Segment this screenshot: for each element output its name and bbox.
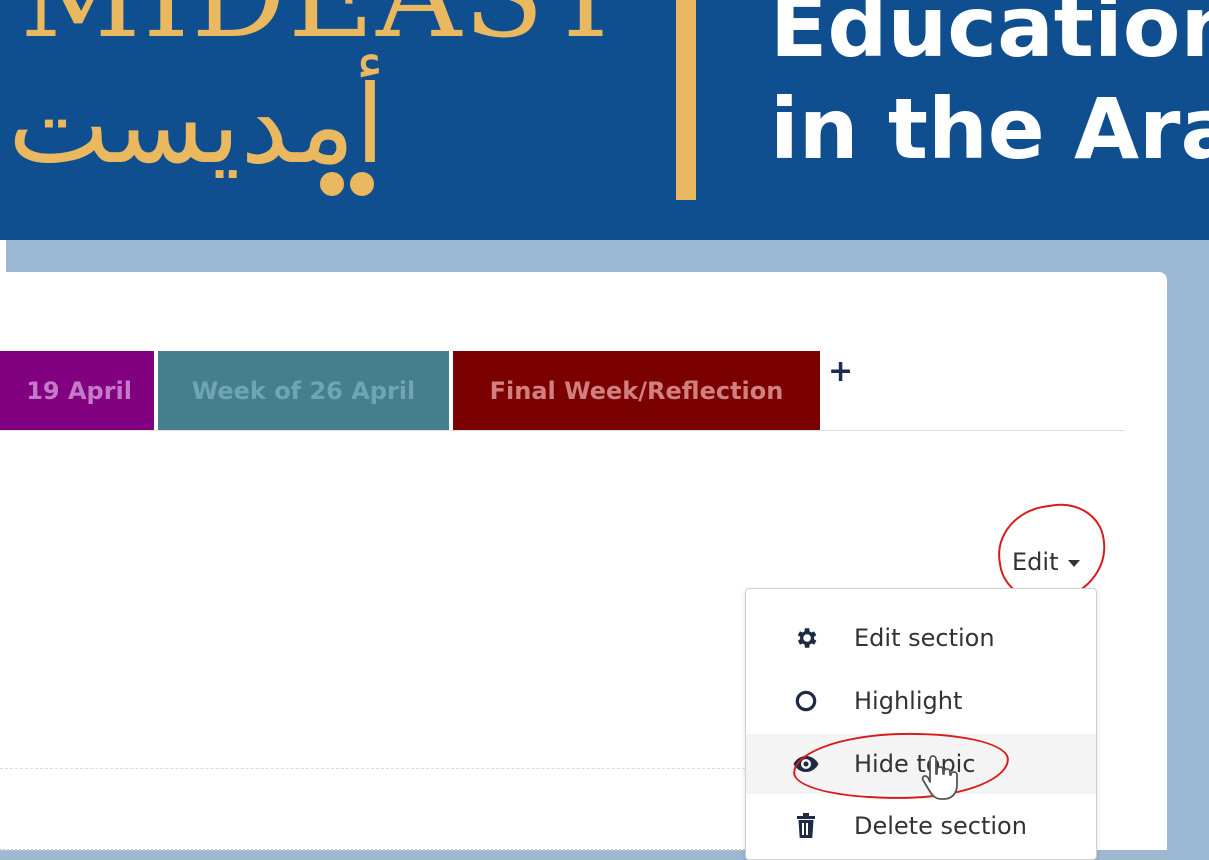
section-tabs: 19 April Week of 26 April Final Week/Ref… bbox=[0, 351, 820, 430]
site-header: MIDEAST أمديست Education in the Ara bbox=[0, 0, 1209, 240]
amideast-logo-arabic: أمديست bbox=[8, 63, 385, 188]
tab-week-of-26-april[interactable]: Week of 26 April bbox=[158, 351, 449, 430]
edit-dropdown-toggle[interactable]: Edit bbox=[1012, 548, 1081, 576]
menu-item-hide-topic[interactable]: Hide topic bbox=[746, 734, 1096, 794]
edit-label: Edit bbox=[1012, 548, 1059, 576]
tab-final-week-reflection[interactable]: Final Week/Reflection bbox=[453, 351, 820, 430]
menu-item-label: Hide topic bbox=[854, 750, 976, 778]
amideast-logo-text: MIDEAST bbox=[20, 0, 627, 54]
menu-item-label: Delete section bbox=[854, 812, 1027, 840]
menu-item-highlight[interactable]: Highlight bbox=[746, 671, 1096, 731]
add-tab-button[interactable]: + bbox=[828, 352, 853, 392]
tabs-divider bbox=[0, 430, 1125, 431]
eye-icon bbox=[791, 749, 821, 779]
logo-bar bbox=[676, 0, 696, 200]
site-title-line-1: Education bbox=[770, 0, 1209, 76]
site-title-line-2: in the Ara bbox=[770, 80, 1209, 178]
edit-dropdown-menu: Edit section Highlight Hide topic Delete… bbox=[745, 588, 1097, 860]
menu-item-label: Highlight bbox=[854, 687, 963, 715]
logo-dots bbox=[320, 172, 380, 200]
menu-item-delete-section[interactable]: Delete section bbox=[746, 796, 1096, 856]
caret-down-icon bbox=[1068, 559, 1081, 567]
menu-item-label: Edit section bbox=[854, 624, 995, 652]
trash-icon bbox=[791, 811, 821, 841]
tab-19-april[interactable]: 19 April bbox=[0, 351, 154, 430]
menu-item-edit-section[interactable]: Edit section bbox=[746, 608, 1096, 668]
bottom-divider bbox=[0, 849, 745, 851]
site-title: Education in the Ara bbox=[770, 0, 1209, 180]
section-divider bbox=[0, 768, 745, 769]
gear-icon bbox=[791, 623, 821, 653]
circle-icon bbox=[791, 686, 821, 716]
